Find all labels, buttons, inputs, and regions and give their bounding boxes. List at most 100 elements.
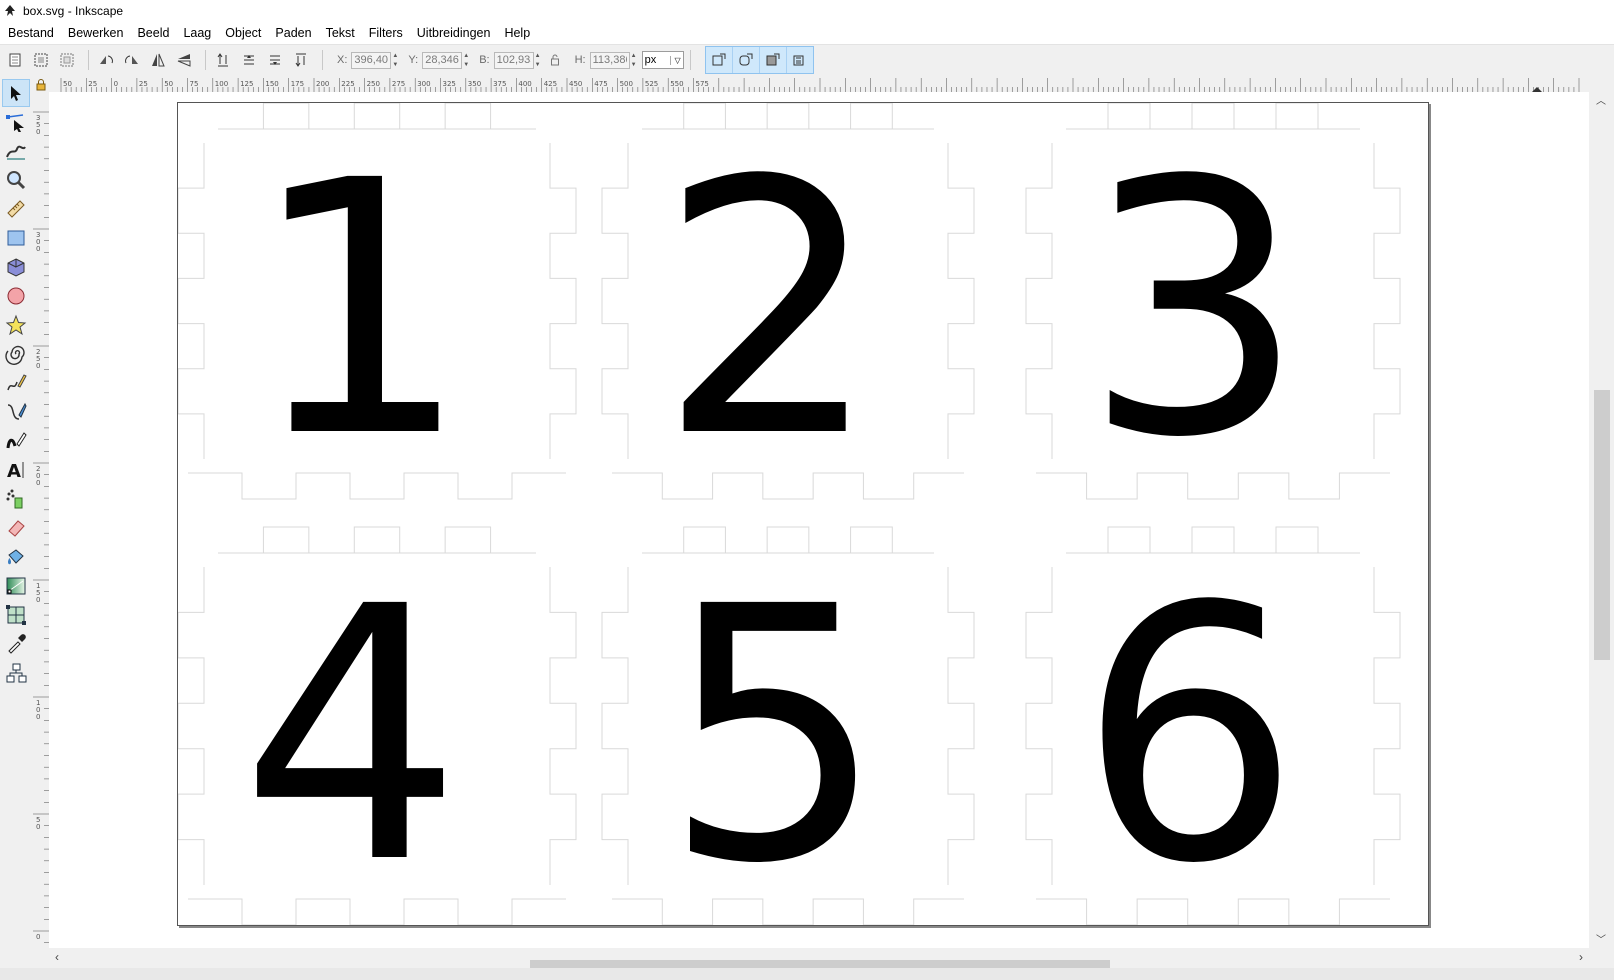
- raise-icon[interactable]: [238, 49, 260, 71]
- height-spin-arrows[interactable]: ▲ ▼: [631, 52, 639, 69]
- menu-paden[interactable]: Paden: [268, 22, 318, 44]
- rotate-ccw-icon[interactable]: [95, 49, 117, 71]
- connector-tool-icon[interactable]: [2, 659, 30, 687]
- menu-object[interactable]: Object: [218, 22, 268, 44]
- toolbox: A: [0, 78, 33, 944]
- tweak-tool-icon[interactable]: [2, 137, 30, 165]
- scroll-up-icon[interactable]: ︿: [1596, 92, 1606, 107]
- x-spin-arrows[interactable]: ▲ ▼: [392, 52, 400, 69]
- eraser-tool-icon[interactable]: [2, 514, 30, 542]
- inkscape-logo-icon: [5, 5, 15, 16]
- select-all-layers-icon[interactable]: [30, 49, 52, 71]
- width-spinbox[interactable]: ▲▼: [493, 51, 543, 69]
- scale-rounded-corners-icon[interactable]: [733, 47, 760, 73]
- menu-bewerken[interactable]: Bewerken: [61, 22, 131, 44]
- spin-down-icon[interactable]: ▼: [535, 61, 543, 69]
- width-spin-arrows[interactable]: ▲ ▼: [535, 52, 543, 69]
- rectangle-tool-icon[interactable]: [2, 224, 30, 252]
- flip-vertical-icon[interactable]: [173, 49, 195, 71]
- x-input[interactable]: [351, 51, 392, 69]
- menu-uitbreidingen[interactable]: Uitbreidingen: [410, 22, 498, 44]
- scale-stroke-icon[interactable]: [706, 47, 733, 73]
- toolbar-separator: [322, 50, 323, 70]
- title-bar: box.svg - Inkscape: [0, 0, 1614, 22]
- scroll-down-icon[interactable]: ﹀: [1596, 931, 1606, 946]
- menu-help[interactable]: Help: [497, 22, 537, 44]
- pencil-tool-icon[interactable]: [2, 369, 30, 397]
- y-spin-arrows[interactable]: ▲ ▼: [463, 52, 471, 69]
- menu-beeld[interactable]: Beeld: [130, 22, 176, 44]
- spin-up-icon[interactable]: ▲: [463, 52, 471, 60]
- move-patterns-icon[interactable]: [787, 47, 813, 73]
- menu-laag[interactable]: Laag: [176, 22, 218, 44]
- ruler-label: 250: [36, 348, 40, 370]
- menu-bestand[interactable]: Bestand: [0, 22, 61, 44]
- 3d-box-tool-icon[interactable]: [2, 253, 30, 281]
- lower-to-bottom-icon[interactable]: [290, 49, 312, 71]
- measure-tool-icon[interactable]: [2, 195, 30, 223]
- toolbar-separator: [88, 50, 89, 70]
- y-input[interactable]: [422, 51, 463, 69]
- lock-ratio-icon[interactable]: [547, 49, 563, 71]
- lock-guides-icon[interactable]: [35, 79, 47, 91]
- ruler-label: 375: [493, 80, 506, 88]
- spiral-tool-icon[interactable]: [2, 340, 30, 368]
- spray-tool-icon[interactable]: [2, 485, 30, 513]
- digit-4: 4: [240, 532, 463, 940]
- height-spinbox[interactable]: ▲▼: [589, 51, 639, 69]
- deselect-icon[interactable]: [56, 49, 78, 71]
- horizontal-ruler[interactable]: 50 25 0 25 50 75 100 125 150 175 200 225 250 275 300 32…: [49, 78, 1581, 92]
- dropper-tool-icon[interactable]: [2, 630, 30, 658]
- ruler-label: 350: [468, 80, 481, 88]
- ruler-label: 150: [265, 80, 278, 88]
- spin-down-icon[interactable]: ▼: [392, 61, 400, 69]
- flip-horizontal-icon[interactable]: [147, 49, 169, 71]
- pen-tool-icon[interactable]: [2, 398, 30, 426]
- calligraphy-tool-icon[interactable]: [2, 427, 30, 455]
- chevron-down-icon: ▽: [670, 55, 681, 65]
- menu-tekst[interactable]: Tekst: [319, 22, 362, 44]
- ruler-label: 575: [696, 80, 709, 88]
- move-gradients-icon[interactable]: [760, 47, 787, 73]
- height-input[interactable]: [589, 51, 630, 69]
- finger-joint-edge: [178, 567, 205, 885]
- paint-bucket-tool-icon[interactable]: [2, 543, 30, 571]
- spin-up-icon[interactable]: ▲: [392, 52, 400, 60]
- selector-tool-icon[interactable]: [2, 79, 30, 107]
- x-spinbox[interactable]: ▲▼: [351, 51, 400, 69]
- transform-options-group: [704, 46, 814, 74]
- menu-filters[interactable]: Filters: [362, 22, 410, 44]
- lower-icon[interactable]: [264, 49, 286, 71]
- ruler-label: 150: [36, 582, 40, 604]
- gradient-tool-icon[interactable]: [2, 572, 30, 600]
- y-spinbox[interactable]: ▲▼: [422, 51, 471, 69]
- spin-down-icon[interactable]: ▼: [631, 61, 639, 69]
- unit-select[interactable]: px ▽: [641, 51, 684, 69]
- ruler-label: 25: [88, 80, 97, 88]
- raise-to-top-icon[interactable]: [212, 49, 234, 71]
- mesh-tool-icon[interactable]: [2, 601, 30, 629]
- finger-joint-edge: [549, 567, 577, 885]
- digit-1: 1: [248, 106, 471, 514]
- spin-up-icon[interactable]: ▲: [535, 52, 543, 60]
- ruler-label: 0: [36, 933, 40, 941]
- ruler-label: 350: [36, 114, 40, 136]
- vertical-ruler[interactable]: 3 5 0 3 0 0 2 5 0 2 0 0 1 5 0 1 0 0 5 0 0: [33, 92, 49, 948]
- spin-up-icon[interactable]: ▲: [631, 52, 639, 60]
- star-tool-icon[interactable]: [2, 311, 30, 339]
- rotate-cw-icon[interactable]: [121, 49, 143, 71]
- scroll-right-icon[interactable]: ›: [1579, 950, 1583, 964]
- zoom-tool-icon[interactable]: [2, 166, 30, 194]
- canvas[interactable]: 1 2 3 4 5 6: [49, 92, 1589, 948]
- digit-6: 6: [1078, 532, 1301, 940]
- node-tool-icon[interactable]: [2, 108, 30, 136]
- width-input[interactable]: [493, 51, 534, 69]
- text-tool-icon[interactable]: A: [2, 456, 30, 484]
- vertical-scroll-thumb[interactable]: [1594, 390, 1610, 660]
- ruler-label: 525: [645, 80, 658, 88]
- toolbar-separator: [205, 50, 206, 70]
- spin-down-icon[interactable]: ▼: [463, 61, 471, 69]
- ellipse-tool-icon[interactable]: [2, 282, 30, 310]
- scroll-left-icon[interactable]: ‹: [55, 950, 59, 964]
- select-all-icon[interactable]: [4, 49, 26, 71]
